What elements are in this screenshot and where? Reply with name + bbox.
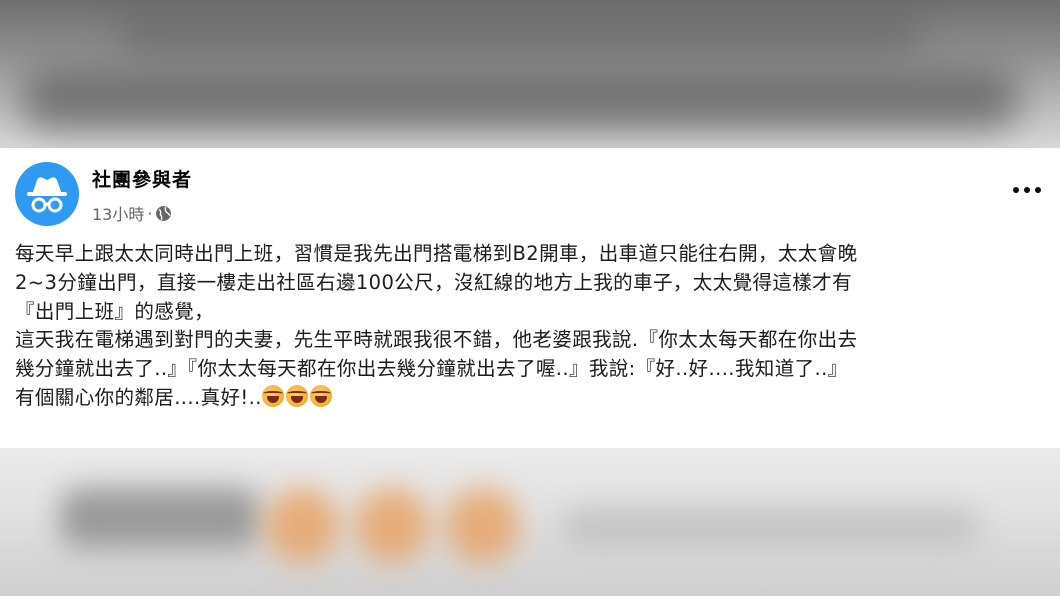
emoji-row bbox=[261, 384, 332, 407]
incognito-icon bbox=[27, 177, 67, 213]
post-body-last-line: 有個關心你的鄰居....真好!.. bbox=[15, 384, 1050, 413]
meta-separator: · bbox=[147, 203, 153, 223]
post-body-line: 幾分鐘就出去了..』『你太太每天都在你出去幾分鐘就出去了喔..』我說:『好..好… bbox=[15, 357, 848, 381]
blurred-background-top bbox=[0, 0, 1060, 148]
post-body-line: 『出門上班』的感覺， bbox=[15, 299, 215, 323]
more-options-dot bbox=[1035, 187, 1041, 193]
post-body: 每天早上跟太太同時出門上班，習慣是我先出門搭電梯到B2開車，出車道只能往右開，太… bbox=[15, 240, 1050, 413]
post-body-line: 這天我在電梯遇到對門的夫妻，先生平時就跟我很不錯，他老婆跟我說.『你太太每天都在… bbox=[15, 328, 858, 352]
more-options-button[interactable] bbox=[1010, 178, 1044, 202]
more-options-dot bbox=[1024, 187, 1030, 193]
post-timestamp[interactable]: 13小時 bbox=[92, 201, 144, 225]
post-body-line: 有個關心你的鄰居....真好!.. bbox=[15, 385, 262, 409]
laughing-emoji-icon bbox=[309, 384, 332, 407]
post-body-line: 每天早上跟太太同時出門上班，習慣是我先出門搭電梯到B2開車，出車道只能往右開，太… bbox=[15, 242, 858, 265]
laughing-emoji-icon bbox=[285, 384, 308, 407]
post-meta: 13小時 · bbox=[92, 201, 172, 225]
globe-icon[interactable] bbox=[155, 205, 172, 222]
anonymous-avatar[interactable] bbox=[15, 162, 79, 226]
laughing-emoji-icon bbox=[261, 384, 284, 407]
post-body-line: 2~3分鐘出門，直接一樓走出社區右邊100公尺，沒紅線的地方上我的車子，太太覺得… bbox=[15, 270, 852, 294]
blurred-background-bottom bbox=[0, 448, 1060, 596]
author-name[interactable]: 社團參與者 bbox=[92, 165, 192, 192]
more-options-dot bbox=[1013, 187, 1019, 193]
